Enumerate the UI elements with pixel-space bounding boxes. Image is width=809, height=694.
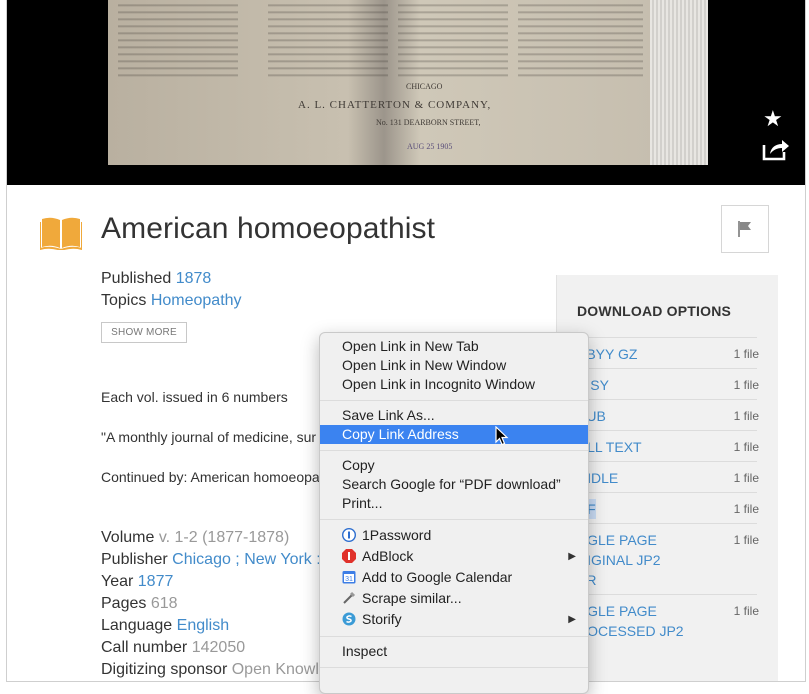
download-row[interactable]: AISY 1 file <box>577 368 759 399</box>
menu-search-google[interactable]: Search Google for “PDF download” <box>320 475 588 494</box>
menu-separator <box>320 519 588 520</box>
published-row: Published 1878 <box>101 270 211 288</box>
submenu-arrow-icon: ▶ <box>568 551 576 562</box>
topics-row: Topics Homeopathy <box>101 292 242 310</box>
flag-icon <box>738 221 751 237</box>
menu-separator <box>320 667 588 668</box>
scan-text-block <box>268 0 388 80</box>
file-count: 1 file <box>733 471 759 485</box>
call-number-row: Call number 142050 <box>101 639 245 657</box>
file-count: 1 file <box>733 502 759 516</box>
scanned-page-image: CHICAGO A. L. CHATTERTON & COMPANY, No. … <box>108 0 708 165</box>
download-options-title: DOWNLOAD OPTIONS <box>577 303 732 319</box>
menu-label: Scrape similar... <box>362 590 462 606</box>
scan-text-block <box>518 0 643 80</box>
menu-save-link[interactable]: Save Link As... <box>320 406 588 425</box>
download-row[interactable]: ULL TEXT 1 file <box>577 430 759 461</box>
menu-open-new-window[interactable]: Open Link in New Window <box>320 356 588 375</box>
book-viewer[interactable]: CHICAGO A. L. CHATTERTON & COMPANY, No. … <box>7 0 805 185</box>
language-link[interactable]: English <box>177 617 229 634</box>
pages-value: 618 <box>150 595 178 612</box>
download-row[interactable]: INDLE 1 file <box>577 461 759 492</box>
download-row[interactable]: DF 1 file <box>577 492 759 523</box>
description-line: Continued by: American homoeopa <box>101 469 320 485</box>
volume-row: Volume v. 1-2 (1877-1878) <box>101 529 289 547</box>
volume-label: Volume <box>101 529 155 546</box>
menu-open-incognito[interactable]: Open Link in Incognito Window <box>320 375 588 394</box>
menu-label: Add to Google Calendar <box>362 569 513 585</box>
mouse-cursor-icon <box>495 425 509 451</box>
file-count: 1 file <box>733 440 759 454</box>
menu-separator <box>320 400 588 401</box>
show-more-button[interactable]: SHOW MORE <box>101 322 187 343</box>
scan-line: No. 131 DEARBORN STREET, <box>376 118 481 127</box>
onepassword-icon <box>341 527 357 543</box>
menu-print[interactable]: Print... <box>320 494 588 513</box>
file-count: 1 file <box>733 347 759 361</box>
sponsor-row: Digitizing sponsor Open Knowle <box>101 661 328 679</box>
pages-row: Pages 618 <box>101 595 178 613</box>
description-line: "A monthly journal of medicine, sur <box>101 429 317 445</box>
flag-button[interactable] <box>721 205 769 253</box>
volume-value: v. 1-2 (1877-1878) <box>158 529 290 546</box>
file-count: 1 file <box>733 409 759 423</box>
sponsor-label: Digitizing sponsor <box>101 661 228 678</box>
scraper-icon <box>342 591 356 605</box>
menu-1password[interactable]: 1Password <box>320 526 588 545</box>
menu-inspect[interactable]: Inspect <box>320 642 588 661</box>
year-row: Year 1877 <box>101 573 173 591</box>
file-count: 1 file <box>733 604 759 618</box>
file-count: 1 file <box>733 533 759 547</box>
file-count: 1 file <box>733 378 759 392</box>
scan-text-block <box>398 0 508 80</box>
scan-line: CHICAGO <box>406 82 443 91</box>
publisher-row: Publisher Chicago ; New York : / <box>101 551 330 569</box>
download-format-link[interactable]: NGLE PAGE RIGINAL JP2 AR <box>577 530 661 590</box>
svg-text:31: 31 <box>345 576 353 583</box>
download-format-link[interactable]: NGLE PAGE ROCESSED JP2 P <box>577 601 684 661</box>
context-menu: Open Link in New Tab Open Link in New Wi… <box>319 332 589 694</box>
sponsor-value: Open Knowle <box>231 661 328 678</box>
scan-line: A. L. CHATTERTON & COMPANY, <box>298 99 492 111</box>
published-link[interactable]: 1878 <box>176 270 212 287</box>
menu-adblock[interactable]: AdBlock ▶ <box>320 547 588 566</box>
language-label: Language <box>101 617 173 634</box>
call-number-value: 142050 <box>191 639 246 656</box>
adblock-icon <box>342 549 356 563</box>
download-row[interactable]: NGLE PAGE RIGINAL JP2 AR 1 file <box>577 523 759 594</box>
scan-text-block <box>118 0 238 80</box>
page-stack-edge <box>650 0 708 165</box>
book-icon <box>39 216 83 252</box>
download-row[interactable]: NGLE PAGE ROCESSED JP2 P 1 file <box>577 594 759 665</box>
share-icon[interactable] <box>762 137 790 165</box>
download-row[interactable]: BBYY GZ 1 file <box>577 337 759 368</box>
menu-copy[interactable]: Copy <box>320 456 588 475</box>
scan-stamp: AUG 25 1905 <box>407 142 453 151</box>
publisher-label: Publisher <box>101 551 168 568</box>
language-row: Language English <box>101 617 229 635</box>
calendar-icon: 31 <box>342 570 356 584</box>
menu-scrape-similar[interactable]: Scrape similar... <box>320 589 588 608</box>
publisher-link[interactable]: Chicago ; New York : / <box>172 551 329 568</box>
menu-google-calendar[interactable]: 31 Add to Google Calendar <box>320 568 588 587</box>
menu-open-new-tab[interactable]: Open Link in New Tab <box>320 337 588 356</box>
download-options-panel: DOWNLOAD OPTIONS BBYY GZ 1 file AISY 1 f… <box>556 275 778 681</box>
download-row[interactable]: PUB 1 file <box>577 399 759 430</box>
year-label: Year <box>101 573 134 590</box>
published-label: Published <box>101 270 172 287</box>
star-icon[interactable]: ★ <box>763 108 783 130</box>
submenu-arrow-icon: ▶ <box>568 614 576 625</box>
description-line: Each vol. issued in 6 numbers <box>101 389 288 405</box>
menu-copy-link-address[interactable]: Copy Link Address <box>320 425 588 444</box>
menu-storify[interactable]: Storify ▶ <box>320 610 588 629</box>
topics-label: Topics <box>101 292 147 309</box>
menu-separator <box>320 636 588 637</box>
storify-icon <box>342 612 356 626</box>
pages-label: Pages <box>101 595 147 612</box>
call-number-label: Call number <box>101 639 188 656</box>
page-title: American homoeopathist <box>101 212 436 245</box>
year-link[interactable]: 1877 <box>138 573 174 590</box>
menu-separator <box>320 450 588 451</box>
topics-link[interactable]: Homeopathy <box>151 292 242 309</box>
